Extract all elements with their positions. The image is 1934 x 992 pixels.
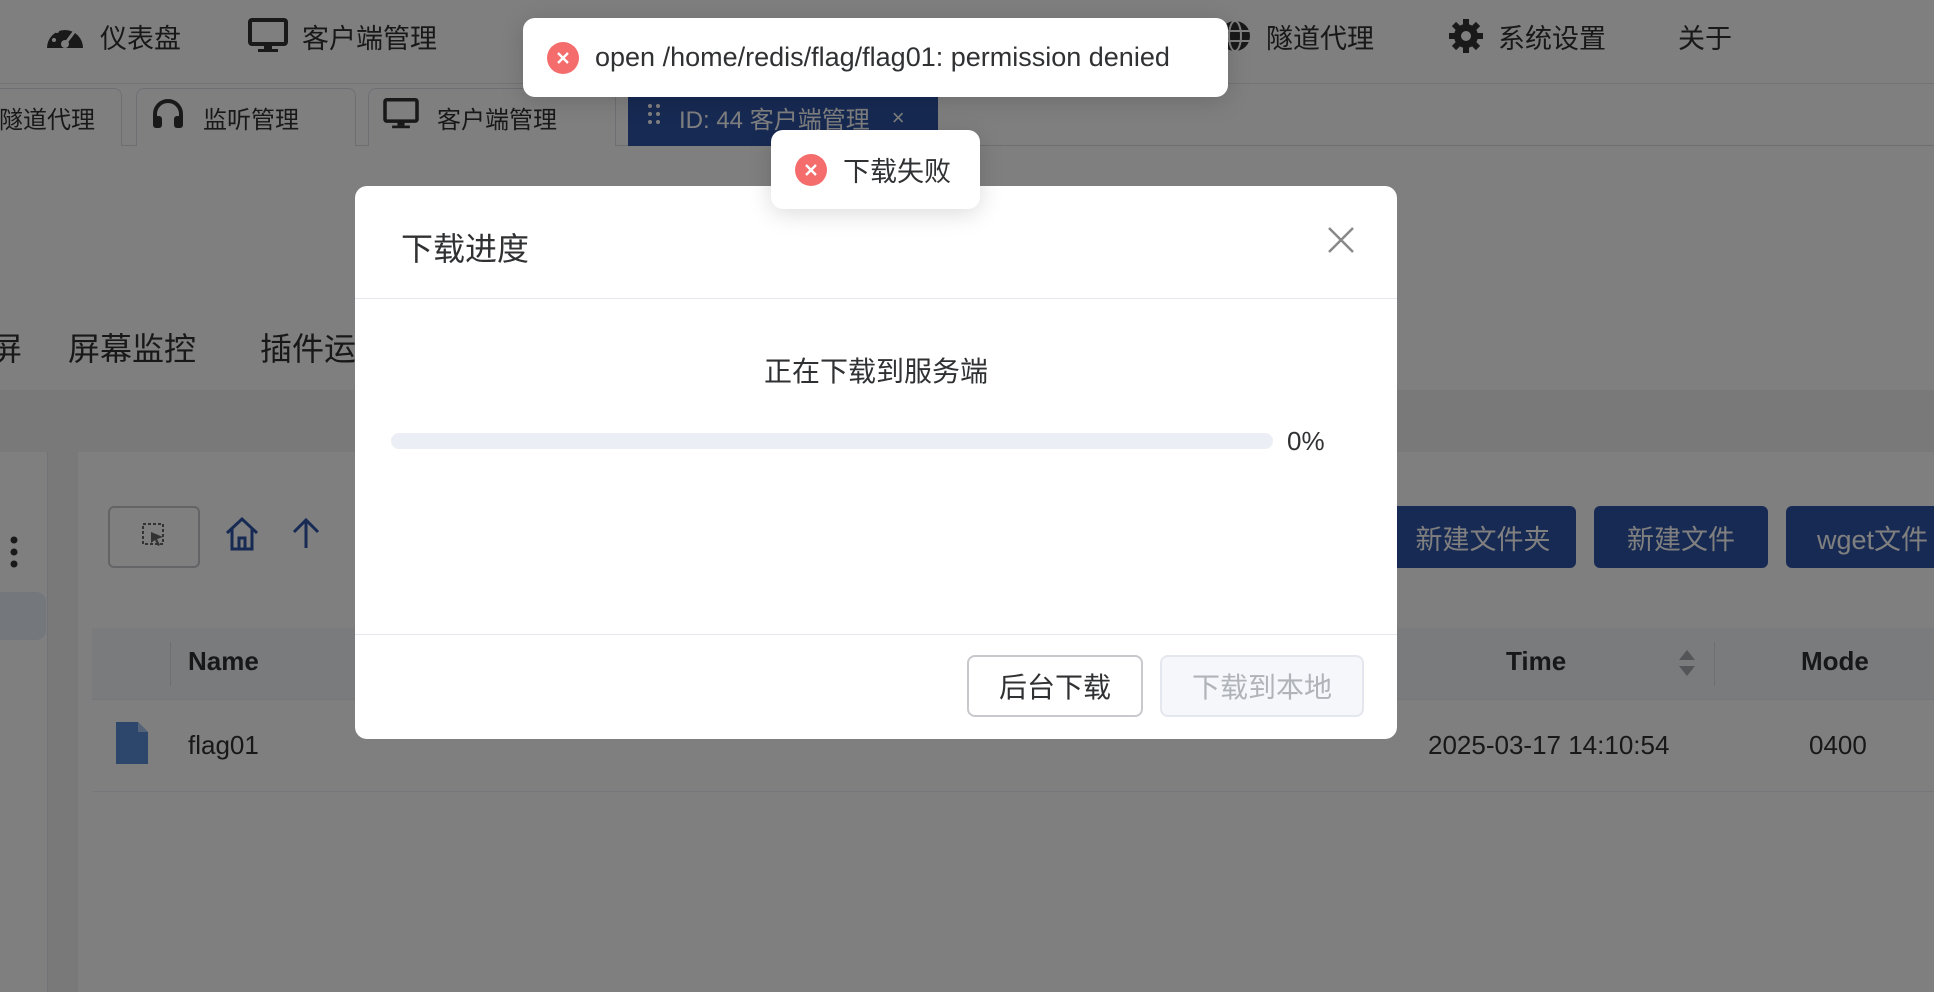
error-circle-icon [547, 41, 579, 74]
error-toast: 下载失败 [771, 130, 980, 209]
download-to-local-button[interactable]: 下载到本地 [1160, 655, 1364, 717]
background-download-button[interactable]: 后台下载 [967, 655, 1143, 717]
close-icon [1327, 226, 1355, 259]
download-progress-dialog: 下载进度 正在下载到服务端 0% 后台下载 下载到本地 [355, 186, 1397, 739]
progress-percent: 0% [1287, 426, 1325, 456]
dialog-header-divider [355, 298, 1397, 299]
toast-message: 下载失败 [843, 157, 951, 187]
dialog-footer-divider [355, 634, 1397, 635]
download-status-text: 正在下载到服务端 [763, 356, 988, 387]
toast-message: open /home/redis/flag/flag01: permission… [595, 42, 1170, 72]
error-circle-icon [795, 153, 827, 186]
progress-bar [391, 433, 1273, 449]
dialog-title: 下载进度 [401, 231, 530, 267]
error-toast: open /home/redis/flag/flag01: permission… [523, 18, 1228, 97]
dialog-close-button[interactable] [1321, 222, 1361, 262]
